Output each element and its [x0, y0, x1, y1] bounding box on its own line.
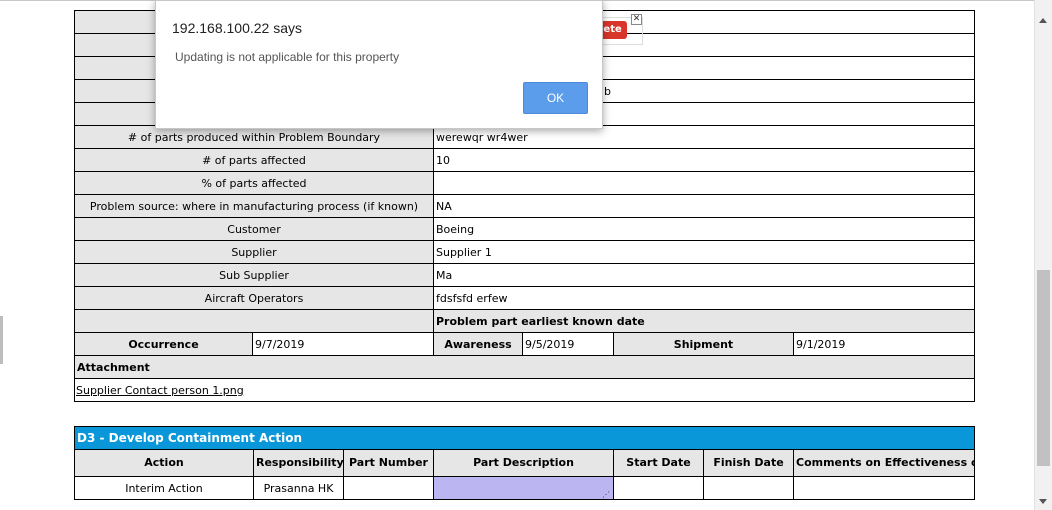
column-header-action: Action — [74, 449, 254, 477]
start-date-cell[interactable] — [613, 476, 704, 500]
row-label: # of parts affected — [74, 148, 434, 172]
row-value[interactable]: Supplier 1 — [433, 240, 975, 264]
table-row: % of parts affected — [74, 171, 975, 195]
column-header-start-date: Start Date — [613, 449, 704, 477]
column-header-finish-date: Finish Date — [703, 449, 794, 477]
shipment-label: Shipment — [613, 332, 794, 356]
row-label: Aircraft Operators — [74, 286, 434, 310]
chevron-down-icon[interactable] — [1039, 499, 1047, 504]
row-value[interactable]: Ma — [433, 263, 975, 287]
close-icon[interactable]: ✕ — [631, 14, 642, 25]
left-edge-marker — [0, 316, 3, 364]
finish-date-cell[interactable] — [703, 476, 794, 500]
d3-containment-table: D3 - Develop Containment Action Action R… — [73, 426, 976, 500]
occurrence-label: Occurrence — [74, 332, 253, 356]
row-label: Sub Supplier — [74, 263, 434, 287]
column-header-responsibility: Responsibility — [253, 449, 344, 477]
column-header-comments: Comments on Effectiveness of Containment… — [792, 449, 976, 477]
comments-cell[interactable] — [792, 476, 976, 500]
row-label: % of parts affected — [74, 171, 434, 195]
table-row: Interim Action Prasanna HK ⋰ — [74, 476, 976, 500]
row-value[interactable]: Boeing — [433, 217, 975, 241]
table-row: Occurrence 9/7/2019 Awareness 9/5/2019 S… — [74, 332, 975, 356]
awareness-label: Awareness — [433, 332, 523, 356]
dialog-title: 192.168.100.22 says — [172, 20, 302, 36]
shipment-value[interactable]: 9/1/2019 — [793, 332, 975, 356]
row-label: Customer — [74, 217, 434, 241]
attachment-label: Attachment — [74, 355, 975, 379]
attachment-cell: Supplier Contact person 1.png — [74, 378, 975, 402]
table-row: Supplier Supplier 1 — [74, 240, 975, 264]
column-header-part-number: Part Number — [343, 449, 434, 477]
vertical-scrollbar[interactable] — [1034, 0, 1052, 510]
scrollbar-thumb[interactable] — [1037, 270, 1050, 466]
table-row: Sub Supplier Ma — [74, 263, 975, 287]
table-row: Problem part earliest known date — [74, 309, 975, 333]
awareness-value[interactable]: 9/5/2019 — [522, 332, 614, 356]
row-label: Supplier — [74, 240, 434, 264]
alert-dialog: 192.168.100.22 says Updating is not appl… — [155, 0, 603, 129]
table-row: # of parts affected 10 — [74, 148, 975, 172]
dates-table: Occurrence 9/7/2019 Awareness 9/5/2019 S… — [74, 332, 975, 402]
part-number-cell[interactable] — [343, 476, 434, 500]
part-description-input[interactable]: ⋰ — [433, 476, 614, 500]
row-value[interactable]: 10 — [433, 148, 975, 172]
occurrence-value[interactable]: 9/7/2019 — [252, 332, 434, 356]
action-cell[interactable]: Interim Action — [74, 476, 254, 500]
table-row: Supplier Contact person 1.png — [74, 378, 975, 402]
earliest-date-header: Problem part earliest known date — [433, 309, 975, 333]
table-row: Aircraft Operators fdsfsfd erfew — [74, 286, 975, 310]
table-row: Customer Boeing — [74, 217, 975, 241]
chevron-up-icon[interactable] — [1039, 18, 1047, 23]
dialog-message: Updating is not applicable for this prop… — [175, 50, 400, 64]
ok-button[interactable]: OK — [523, 82, 588, 114]
column-header-part-description: Part Description — [433, 449, 614, 477]
responsibility-cell[interactable]: Prasanna HK — [253, 476, 344, 500]
row-value[interactable]: fdsfsfd erfew — [433, 286, 975, 310]
table-row: Attachment — [74, 355, 975, 379]
attachment-file-link[interactable]: Supplier Contact person 1.png — [76, 384, 244, 397]
table-row: D3 - Develop Containment Action — [73, 426, 976, 450]
table-header-row: Action Responsibility Part Number Part D… — [74, 449, 976, 477]
row-value[interactable]: NA — [433, 194, 975, 218]
row-value[interactable] — [433, 171, 975, 195]
row-label: Problem source: where in manufacturing p… — [74, 194, 434, 218]
table-row: Problem source: where in manufacturing p… — [74, 194, 975, 218]
partial-value: b — [604, 84, 611, 98]
resize-grip-icon[interactable]: ⋰ — [601, 491, 611, 499]
page-content: b # of parts produced within Problem Bou… — [0, 0, 1034, 510]
d3-section-title: D3 - Develop Containment Action — [73, 426, 976, 450]
